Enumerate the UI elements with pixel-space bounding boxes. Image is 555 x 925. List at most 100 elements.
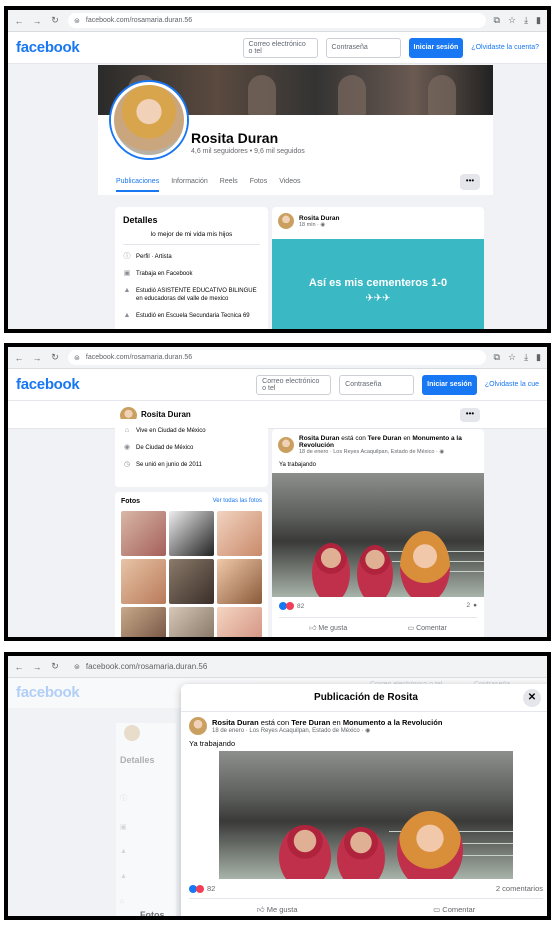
post-author[interactable]: Rosita Duran — [299, 215, 339, 222]
photo-thumbnail[interactable] — [121, 607, 166, 637]
post-author[interactable]: Rosita Duran — [212, 718, 259, 727]
avatar[interactable] — [189, 717, 207, 735]
reload-icon[interactable]: ↻ — [50, 661, 60, 672]
detail-row: ⓘ Perfil · Artista — [123, 253, 260, 261]
star-icon[interactable]: ☆ — [508, 352, 516, 363]
tab-informacion[interactable]: Información — [171, 178, 208, 192]
sidepanel-icon[interactable]: ▮ — [536, 15, 541, 26]
email-input[interactable]: Correo electrónico o tel — [256, 374, 332, 395]
tag-connector: está con — [260, 718, 290, 727]
post-time[interactable]: 18 min · — [299, 222, 320, 228]
address-bar[interactable]: ⊜ facebook.com/rosamaria.duran.56 — [68, 659, 508, 674]
post-photo[interactable] — [272, 473, 484, 597]
like-button[interactable]: 👍︎ Me gusta — [257, 905, 298, 915]
cast-icon[interactable]: ⧉ — [494, 352, 500, 363]
forward-icon[interactable]: → — [32, 662, 42, 672]
login-button[interactable]: Iniciar sesión — [408, 37, 464, 58]
avatar[interactable] — [278, 437, 294, 453]
back-icon[interactable]: ← — [14, 662, 24, 672]
screenshot-panel-1: ← → ↻ ⊜ facebook.com/rosamaria.duran.56 … — [4, 6, 551, 333]
password-input[interactable]: Contraseña — [339, 374, 415, 395]
photo-thumbnail[interactable] — [217, 607, 262, 637]
detail-text[interactable]: Trabaja en Facebook — [136, 270, 192, 278]
tagged-friend[interactable]: Tere Duran — [291, 718, 330, 727]
cast-icon[interactable]: ⧉ — [494, 15, 500, 26]
forward-icon[interactable]: → — [32, 353, 42, 363]
post-author[interactable]: Rosita Duran — [299, 435, 339, 442]
globe-icon: ◉ — [365, 728, 371, 734]
person-figure — [337, 827, 385, 879]
address-bar[interactable]: ⊜ facebook.com/rosamaria.duran.56 — [68, 350, 486, 365]
browser-toolbar: ← → ↻ ⊜ facebook.com/rosamaria.duran.56 … — [8, 10, 547, 32]
forward-icon[interactable]: → — [32, 16, 42, 26]
detail-text[interactable]: Vive en Ciudad de México — [136, 427, 206, 435]
forgot-account-link[interactable]: ¿Olvidaste la cuenta? — [471, 44, 539, 51]
post-photo[interactable] — [219, 751, 513, 879]
facebook-header: facebook Correo electrónico o tel Contra… — [8, 369, 547, 401]
site-info-icon[interactable]: ⊜ — [74, 354, 80, 362]
briefcase-icon: ▣ — [120, 824, 127, 831]
photo-thumbnail[interactable] — [121, 559, 166, 604]
profile-avatar[interactable] — [111, 82, 187, 158]
detail-text[interactable]: De Ciudad de México — [136, 444, 193, 452]
email-input[interactable]: Correo electrónico o tel — [242, 37, 318, 58]
profile-stats[interactable]: 4,6 mil seguidores • 9,6 mil seguidos — [191, 148, 305, 155]
detail-text: Perfil · Artista — [136, 254, 172, 260]
back-icon[interactable]: ← — [14, 16, 24, 26]
post-text-background[interactable]: Así es mis cementeros 1-0 ✈✈✈ — [272, 239, 484, 329]
detail-text[interactable]: Estudió en Escuela Secundaria Tecnica 69 — [136, 312, 250, 320]
person-figure — [279, 825, 331, 879]
post-header: Rosita Duran está con Tere Duran en Monu… — [181, 712, 547, 740]
comment-count[interactable]: 2 comentarios — [496, 884, 543, 893]
comment-button[interactable]: ▭ Comentar — [408, 624, 447, 632]
sticky-profile-name[interactable]: Rosita Duran — [141, 410, 191, 419]
facebook-logo[interactable]: facebook — [16, 39, 80, 56]
post-meta[interactable]: 18 de enero · Los Reyes Acaquilpan, Esta… — [212, 728, 365, 734]
photo-thumbnail[interactable] — [169, 607, 214, 637]
download-icon[interactable]: ⤓ — [524, 352, 528, 363]
tab-reels[interactable]: Reels — [220, 178, 238, 192]
person-figure — [400, 531, 450, 597]
like-button[interactable]: 👍︎ Me gusta — [309, 623, 347, 632]
reaction-summary[interactable]: 82 — [189, 884, 215, 893]
reload-icon[interactable]: ↻ — [50, 352, 60, 363]
reload-icon[interactable]: ↻ — [50, 15, 60, 26]
more-options-button[interactable]: ••• — [460, 174, 480, 190]
login-button[interactable]: Iniciar sesión — [422, 374, 477, 395]
star-icon[interactable]: ☆ — [508, 15, 516, 26]
comment-count[interactable]: 2 ● — [466, 602, 477, 609]
detail-row: ⌂ Vive en Ciudad de México — [123, 427, 260, 435]
comment-button[interactable]: ▭ Comentar — [433, 905, 475, 914]
avatar[interactable] — [278, 213, 294, 229]
photo-thumbnail[interactable] — [217, 511, 262, 556]
close-button[interactable]: ✕ — [523, 689, 541, 707]
browser-toolbar: ← → ↻ ⊜ facebook.com/rosamaria.duran.56 — [8, 656, 547, 678]
sidepanel-icon[interactable]: ▮ — [536, 352, 541, 363]
tagged-friend[interactable]: Tere Duran — [368, 435, 402, 442]
tagged-place[interactable]: Monumento a la Revolución — [343, 718, 443, 727]
facebook-logo[interactable]: facebook — [16, 376, 80, 393]
reaction-summary[interactable]: 82 — [279, 602, 304, 610]
password-input[interactable]: Contraseña — [325, 37, 401, 58]
post-meta[interactable]: 18 de enero · Los Reyes Acaquilpan, Esta… — [299, 449, 439, 455]
like-label: Me gusta — [318, 625, 348, 632]
like-label: Me gusta — [266, 904, 298, 914]
address-bar[interactable]: ⊜ facebook.com/rosamaria.duran.56 — [68, 13, 486, 28]
photo-thumbnail[interactable] — [169, 559, 214, 604]
forgot-account-link[interactable]: ¿Olvidaste la cue — [485, 381, 539, 388]
photo-thumbnail[interactable] — [169, 511, 214, 556]
photo-thumbnail[interactable] — [217, 559, 262, 604]
cover-figure — [248, 75, 276, 115]
download-icon[interactable]: ⤓ — [524, 15, 528, 26]
tab-publicaciones[interactable]: Publicaciones — [116, 178, 160, 192]
tab-videos[interactable]: Videos — [279, 178, 300, 192]
see-all-photos-link[interactable]: Ver todas las fotos — [213, 498, 262, 505]
site-info-icon[interactable]: ⊜ — [74, 17, 80, 25]
back-icon[interactable]: ← — [14, 353, 24, 363]
tab-fotos[interactable]: Fotos — [250, 178, 268, 192]
photo-thumbnail[interactable] — [121, 511, 166, 556]
screenshot-panel-3: ← → ↻ ⊜ facebook.com/rosamaria.duran.56 … — [4, 652, 551, 920]
detail-text[interactable]: Estudió ASISTENTE EDUCATIVO BILINGUE en … — [136, 287, 260, 303]
more-options-button[interactable]: ••• — [460, 408, 480, 422]
site-info-icon[interactable]: ⊜ — [74, 663, 80, 671]
